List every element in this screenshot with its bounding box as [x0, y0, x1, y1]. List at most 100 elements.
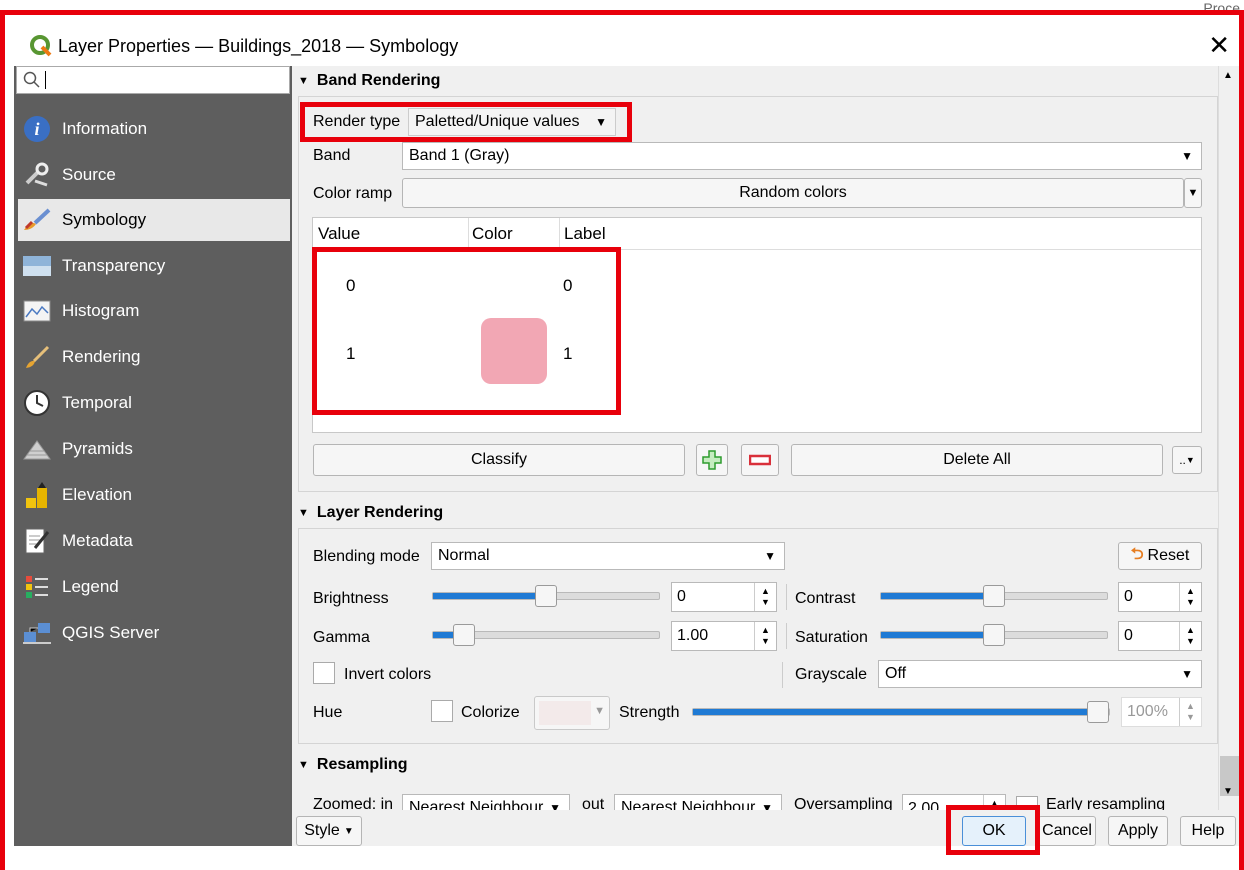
chevron-down-icon: ▼ — [1181, 149, 1193, 163]
color-ramp-dropdown-icon[interactable]: ▼ — [1184, 178, 1202, 208]
chevron-down-icon: ▼ — [1185, 455, 1195, 465]
saturation-slider[interactable] — [880, 624, 1108, 646]
spin-arrows-icon[interactable]: ▲▼ — [1179, 583, 1201, 611]
sidebar-item-source[interactable]: Source — [18, 154, 290, 196]
slider-handle[interactable] — [535, 585, 557, 607]
color-ramp-value: Random colors — [739, 184, 847, 201]
scroll-down-icon[interactable]: ▼ — [1223, 786, 1233, 797]
gamma-spinbox[interactable]: 1.00 ▲ ▼ — [671, 621, 777, 651]
apply-button[interactable]: Apply — [1108, 816, 1168, 846]
zoomed-out-select[interactable]: Nearest Neighbour ▼ — [614, 794, 782, 810]
chevron-down-icon: ▼ — [594, 705, 605, 717]
strength-slider[interactable] — [692, 701, 1110, 723]
spin-arrows-icon[interactable]: ▲▼ — [1179, 698, 1201, 726]
spin-arrows-icon[interactable]: ▲▼ — [1179, 622, 1201, 650]
strength-spinbox[interactable]: 100% ▲ ▼ — [1121, 697, 1202, 727]
slider-handle[interactable] — [983, 624, 1005, 646]
table-header: Value Color Label — [313, 218, 1201, 250]
scroll-up-icon[interactable]: ▲ — [1223, 70, 1233, 81]
slider-handle[interactable] — [1087, 701, 1109, 723]
transparency-icon — [22, 251, 52, 281]
sidebar-item-rendering[interactable]: Rendering — [18, 336, 290, 378]
column-header-value[interactable]: Value — [318, 224, 360, 244]
column-header-label[interactable]: Label — [564, 224, 606, 244]
help-button[interactable]: Help — [1180, 816, 1236, 846]
colorize-label: Colorize — [461, 704, 520, 721]
early-resampling-label: Early resampling — [1046, 796, 1166, 810]
contrast-value: 0 — [1124, 588, 1133, 605]
spin-arrows-icon[interactable]: ▲▼ — [983, 795, 1005, 810]
color-ramp-label: Color ramp — [313, 185, 393, 202]
spin-arrows-icon[interactable]: ▲▼ — [754, 622, 776, 650]
resampling-header[interactable]: ▼ Resampling — [298, 752, 408, 778]
sidebar-item-pyramids[interactable]: Pyramids — [18, 428, 290, 470]
sidebar-item-label: Elevation — [62, 485, 132, 504]
more-options-button[interactable]: .. ▼ — [1172, 446, 1202, 474]
delete-all-label: Delete All — [943, 451, 1011, 468]
section-title: Band Rendering — [316, 72, 441, 89]
render-type-select[interactable]: Paletted/Unique values ▼ — [408, 108, 616, 136]
search-input[interactable] — [16, 66, 290, 94]
zoomed-in-select[interactable]: Nearest Neighbour ▼ — [402, 794, 570, 810]
classify-button[interactable]: Classify — [313, 444, 685, 476]
vertical-scrollbar[interactable]: ▲ ▼ — [1218, 66, 1240, 810]
sidebar-item-transparency[interactable]: Transparency — [18, 245, 290, 287]
band-value: Band 1 (Gray) — [409, 147, 510, 164]
color-swatch[interactable] — [481, 318, 547, 384]
sidebar-item-label: Histogram — [62, 301, 140, 320]
ok-button[interactable]: OK — [962, 816, 1026, 846]
hue-label: Hue — [313, 704, 343, 721]
color-ramp-button[interactable]: Random colors — [402, 178, 1184, 208]
gamma-slider[interactable] — [432, 624, 660, 646]
spin-arrows-icon[interactable]: ▲▼ — [754, 583, 776, 611]
column-header-color[interactable]: Color — [472, 224, 513, 244]
delete-all-button[interactable]: Delete All — [791, 444, 1163, 476]
colorize-checkbox[interactable] — [431, 700, 453, 722]
sidebar-item-histogram[interactable]: Histogram — [18, 290, 290, 332]
sidebar-item-legend[interactable]: Legend — [18, 566, 290, 608]
sidebar-item-symbology[interactable]: Symbology — [18, 199, 290, 241]
sidebar-item-metadata[interactable]: Metadata — [18, 520, 290, 562]
oversampling-spinbox[interactable]: 2.00 ▲▼ — [902, 794, 1006, 810]
zoomed-in-value: Nearest Neighbour — [409, 799, 544, 810]
saturation-spinbox[interactable]: 0 ▲ ▼ — [1118, 621, 1202, 651]
layer-rendering-header[interactable]: ▼ Layer Rendering — [298, 500, 443, 526]
reset-button[interactable]: ⮌ Reset — [1118, 542, 1202, 570]
sidebar-item-elevation[interactable]: Elevation — [18, 474, 290, 516]
slider-handle[interactable] — [453, 624, 475, 646]
apply-label: Apply — [1117, 822, 1159, 839]
style-label: Style — [304, 822, 340, 839]
sidebar-item-temporal[interactable]: Temporal — [18, 382, 290, 424]
add-value-button[interactable] — [696, 444, 728, 476]
palette-table[interactable]: Value Color Label 0 0 1 1 — [312, 217, 1202, 433]
reset-icon: ⮌ — [1130, 545, 1144, 563]
band-rendering-header[interactable]: ▼ Band Rendering — [298, 68, 440, 94]
plus-icon — [702, 450, 722, 470]
blending-mode-select[interactable]: Normal ▼ — [431, 542, 785, 570]
close-icon[interactable]: ✕ — [1208, 30, 1230, 61]
cancel-button[interactable]: Cancel — [1038, 816, 1096, 846]
colorize-color-button[interactable]: ▼ — [534, 696, 610, 730]
collapse-triangle-icon: ▼ — [298, 75, 309, 87]
remove-value-button[interactable] — [741, 444, 779, 476]
sidebar-item-label: Source — [62, 165, 116, 184]
style-menu-button[interactable]: Style ▼ — [296, 816, 362, 846]
search-icon — [23, 71, 40, 88]
row-label: 1 — [563, 344, 573, 363]
brightness-slider[interactable] — [432, 585, 660, 607]
contrast-slider[interactable] — [880, 585, 1108, 607]
sidebar-item-label: Temporal — [62, 393, 132, 412]
sidebar-item-qgis-server[interactable]: QGIS Server — [18, 612, 290, 654]
contrast-spinbox[interactable]: 0 ▲ ▼ — [1118, 582, 1202, 612]
grayscale-select[interactable]: Off ▼ — [878, 660, 1202, 688]
ok-label: OK — [982, 822, 1006, 839]
band-select[interactable]: Band 1 (Gray) ▼ — [402, 142, 1202, 170]
brightness-spinbox[interactable]: 0 ▲ ▼ — [671, 582, 777, 612]
brightness-label: Brightness — [313, 590, 389, 607]
slider-handle[interactable] — [983, 585, 1005, 607]
brightness-value: 0 — [677, 588, 686, 605]
early-resampling-checkbox[interactable] — [1016, 796, 1038, 810]
sidebar-item-label: Metadata — [62, 531, 133, 550]
sidebar-item-information[interactable]: i Information — [18, 108, 290, 150]
invert-colors-checkbox[interactable] — [313, 662, 335, 684]
